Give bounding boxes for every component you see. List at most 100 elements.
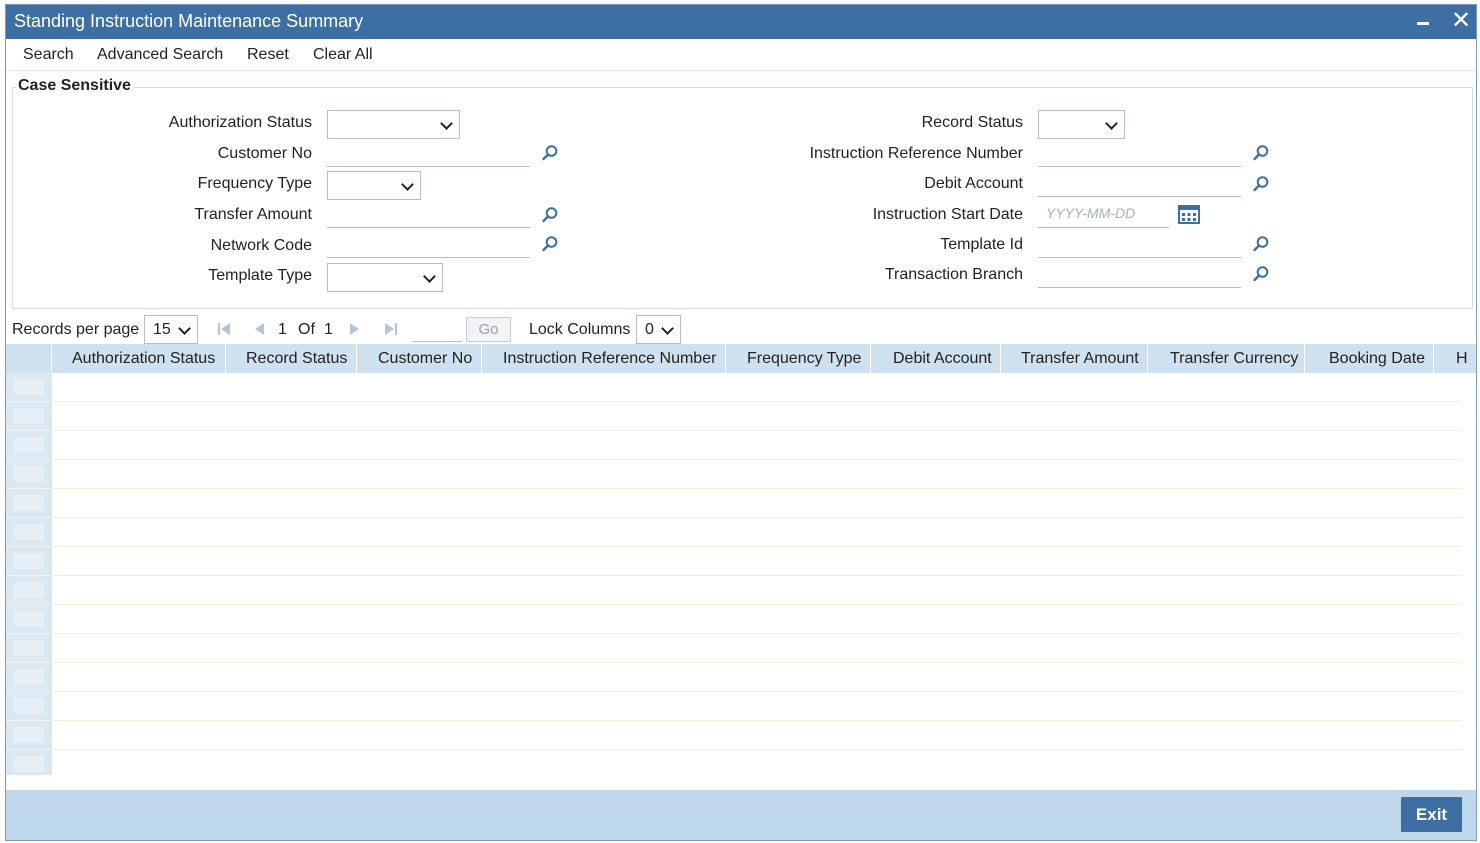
authorization-status-select[interactable] (327, 110, 460, 139)
first-page-icon[interactable] (216, 322, 232, 336)
row-selector[interactable] (6, 489, 52, 518)
exit-button[interactable]: Exit (1401, 797, 1462, 832)
table-row[interactable] (52, 750, 1462, 776)
authorization-status-label: Authorization Status (168, 114, 312, 131)
previous-page-icon[interactable] (251, 322, 267, 336)
instruction-start-date-label: Instruction Start Date (872, 206, 1023, 223)
chevron-down-icon (1105, 117, 1118, 130)
search-icon[interactable] (1252, 144, 1270, 162)
row-selector[interactable] (6, 663, 52, 692)
table-row[interactable] (52, 663, 1462, 692)
title-bar: Standing Instruction Maintenance Summary… (6, 5, 1476, 39)
template-id-input[interactable] (1038, 230, 1241, 258)
customer-no-label: Customer No (217, 145, 312, 162)
transaction-branch-label: Transaction Branch (884, 266, 1023, 283)
select-all-header[interactable] (6, 344, 52, 373)
row-selector[interactable] (6, 402, 52, 431)
calendar-icon[interactable] (1178, 204, 1200, 224)
table-row[interactable] (52, 460, 1462, 489)
row-selector[interactable] (6, 547, 52, 576)
records-per-page-select[interactable]: 15 (144, 315, 198, 344)
go-to-page-input[interactable] (412, 317, 462, 342)
column-header[interactable]: Booking Date (1305, 344, 1434, 373)
chevron-down-icon (440, 117, 453, 130)
case-sensitive-legend: Case Sensitive (16, 77, 133, 95)
pagination-bar: Records per page 15 1 Of 1 Go Lock Colum… (6, 309, 1476, 345)
customer-no-input[interactable] (327, 139, 530, 167)
table-row[interactable] (52, 373, 1462, 402)
transaction-branch-input[interactable] (1038, 260, 1241, 288)
transfer-amount-label: Transfer Amount (194, 206, 312, 223)
row-selector[interactable] (6, 634, 52, 663)
table-row[interactable] (52, 402, 1462, 431)
search-icon[interactable] (541, 144, 559, 162)
action-toolbar: Search Advanced Search Reset Clear All (6, 39, 1476, 71)
debit-account-input[interactable] (1038, 169, 1241, 197)
chevron-down-icon (661, 322, 674, 335)
frequency-type-select[interactable] (327, 171, 421, 200)
record-status-select[interactable] (1038, 110, 1125, 139)
transfer-amount-input[interactable] (327, 200, 530, 228)
window-title: Standing Instruction Maintenance Summary (14, 11, 364, 31)
column-header[interactable]: Transfer Amount (1001, 344, 1148, 373)
row-selector[interactable] (6, 373, 52, 402)
column-header[interactable]: Instruction Reference Number (482, 344, 726, 373)
search-icon[interactable] (1252, 235, 1270, 253)
column-header[interactable]: Transfer Currency (1148, 344, 1305, 373)
table-row[interactable] (52, 605, 1462, 634)
search-icon[interactable] (541, 235, 559, 253)
advanced-search-button[interactable]: Advanced Search (97, 46, 223, 64)
row-selector[interactable] (6, 721, 52, 750)
column-header[interactable]: Debit Account (871, 344, 1001, 373)
clear-all-button[interactable]: Clear All (313, 46, 373, 64)
search-icon[interactable] (1252, 265, 1270, 283)
frequency-type-label: Frequency Type (197, 175, 312, 192)
row-selector[interactable] (6, 750, 52, 776)
last-page-icon[interactable] (383, 322, 399, 336)
row-selector[interactable] (6, 605, 52, 634)
network-code-input[interactable] (327, 230, 530, 258)
template-type-select[interactable] (327, 263, 443, 292)
search-icon[interactable] (541, 206, 559, 224)
row-selector[interactable] (6, 518, 52, 547)
table-row[interactable] (52, 547, 1462, 576)
minimize-icon[interactable] (1414, 10, 1434, 32)
reset-button[interactable]: Reset (247, 46, 289, 64)
row-selector[interactable] (6, 460, 52, 489)
column-header[interactable]: Record Status (226, 344, 357, 373)
go-button[interactable]: Go (466, 317, 511, 342)
chevron-down-icon (423, 270, 436, 283)
chevron-down-icon (401, 178, 414, 191)
column-header[interactable]: Customer No (357, 344, 482, 373)
table-row[interactable] (52, 692, 1462, 721)
results-grid: Authorization Status Record Status Custo… (6, 344, 1476, 776)
current-page: 1 (278, 321, 287, 338)
lock-columns-label: Lock Columns (529, 321, 631, 338)
table-row[interactable] (52, 721, 1462, 750)
records-per-page-label: Records per page (12, 321, 140, 338)
template-id-label: Template Id (940, 236, 1023, 253)
table-row[interactable] (52, 634, 1462, 663)
column-header[interactable]: Frequency Type (726, 344, 871, 373)
table-row[interactable] (52, 431, 1462, 460)
row-selector[interactable] (6, 576, 52, 605)
instruction-start-date-input[interactable] (1038, 200, 1169, 228)
table-row[interactable] (52, 518, 1462, 547)
close-icon[interactable]: ✕ (1450, 8, 1472, 34)
record-status-label: Record Status (921, 114, 1023, 131)
grid-header: Authorization Status Record Status Custo… (6, 344, 1476, 373)
column-header[interactable]: H (1434, 344, 1476, 373)
row-selector[interactable] (6, 692, 52, 721)
network-code-label: Network Code (210, 237, 312, 254)
table-row[interactable] (52, 576, 1462, 605)
table-row[interactable] (52, 489, 1462, 518)
of-label: Of (298, 321, 315, 338)
column-header[interactable]: Authorization Status (52, 344, 226, 373)
instruction-reference-number-input[interactable] (1038, 139, 1241, 167)
next-page-icon[interactable] (347, 322, 363, 336)
search-icon[interactable] (1252, 175, 1270, 193)
template-type-label: Template Type (208, 267, 312, 284)
row-selector[interactable] (6, 431, 52, 460)
lock-columns-select[interactable]: 0 (636, 315, 681, 344)
search-button[interactable]: Search (23, 46, 74, 64)
